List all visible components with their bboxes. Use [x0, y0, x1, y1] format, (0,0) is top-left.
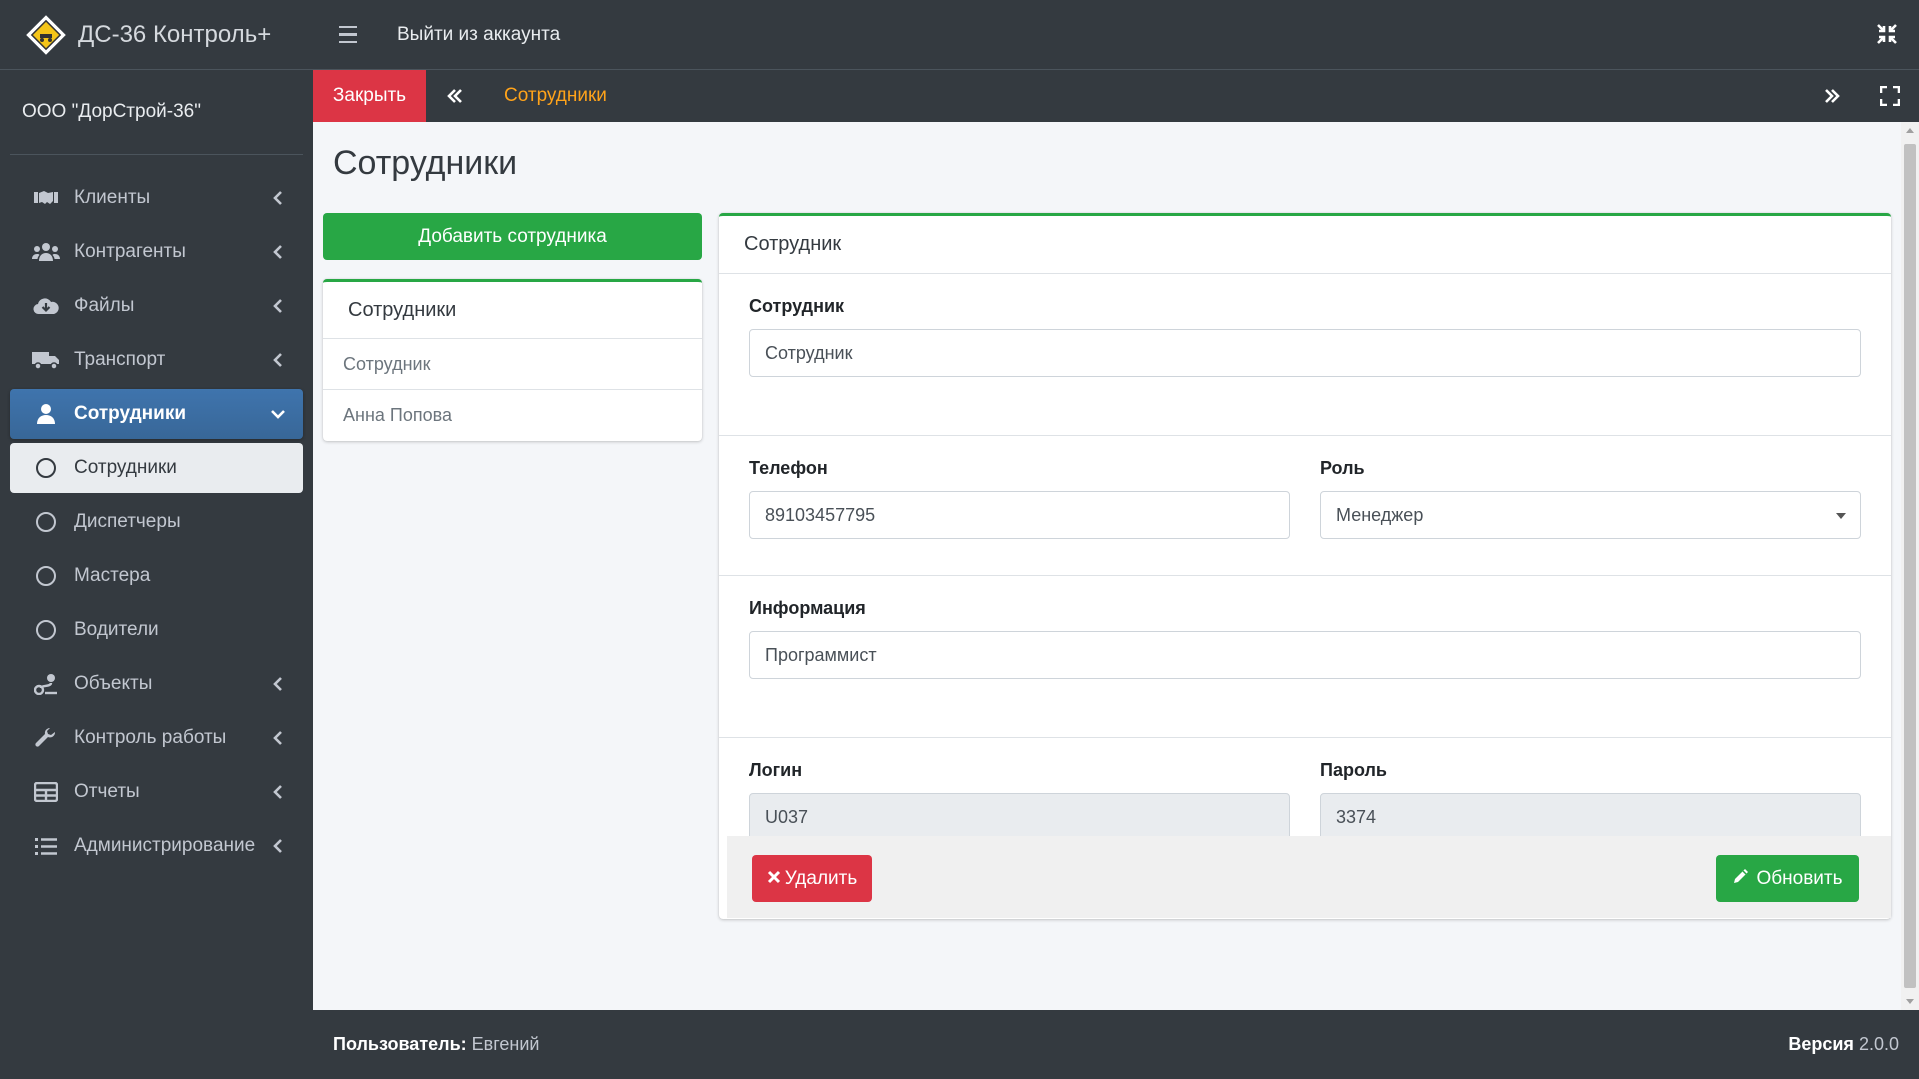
list-icon	[32, 834, 60, 858]
scroll-up-arrow-icon[interactable]	[1906, 128, 1914, 133]
route-icon	[32, 672, 60, 696]
footer: Пользователь: Евгений Версия 2.0.0	[313, 1010, 1919, 1079]
sidebar-item-transport[interactable]: Транспорт	[10, 335, 303, 385]
sidebar-item-work-control[interactable]: Контроль работы	[10, 713, 303, 763]
roadworks-diamond-icon	[24, 13, 68, 57]
form-section-info: Информация Программист	[719, 598, 1891, 738]
sidebar-subitem-employees[interactable]: Сотрудники	[10, 443, 303, 493]
footer-version: Версия 2.0.0	[1788, 1034, 1899, 1055]
login-label: Логин	[749, 760, 803, 780]
role-label: Роль	[1320, 458, 1365, 478]
employee-label: Сотрудник	[749, 296, 845, 316]
double-chevron-left-icon[interactable]	[426, 88, 484, 104]
phone-label: Телефон	[749, 458, 828, 478]
delete-button-label: Удалить	[784, 867, 858, 889]
sidebar-item-contractors[interactable]: Контрагенты	[10, 227, 303, 277]
sidebar-item-administration[interactable]: Администрирование	[10, 821, 303, 871]
circle-icon	[32, 564, 60, 588]
truck-icon	[32, 348, 60, 372]
delete-button[interactable]: Удалить	[752, 855, 872, 902]
users-icon	[32, 240, 60, 264]
sidebar-item-employees[interactable]: Сотрудники	[10, 389, 303, 439]
expand-icon[interactable]	[1861, 86, 1919, 106]
circle-icon	[32, 456, 60, 480]
sidebar-subitem-dispatchers[interactable]: Диспетчеры	[10, 497, 303, 547]
page-title: Сотрудники	[333, 144, 518, 182]
role-selected-value: Менеджер	[1336, 504, 1424, 525]
circle-icon	[32, 510, 60, 534]
chevron-left-icon	[271, 677, 285, 691]
chevron-left-icon	[271, 299, 285, 313]
form-section-contact: Телефон 89103457795 Роль Менеджер	[719, 436, 1891, 576]
password-field: 3374	[1320, 793, 1861, 841]
caret-down-icon	[1836, 513, 1846, 519]
employee-form-card: Сотрудник Сотрудник Сотрудник Телефон 89…	[719, 213, 1891, 919]
scroll-down-arrow-icon[interactable]	[1906, 999, 1914, 1004]
employee-name-input[interactable]: Сотрудник	[749, 329, 1861, 377]
add-employee-button[interactable]: Добавить сотрудника	[323, 213, 702, 260]
main-content: Сотрудники Добавить сотрудника Сотрудник…	[313, 122, 1901, 1010]
list-item[interactable]: Анна Попова	[323, 390, 702, 441]
chevron-left-icon	[271, 353, 285, 367]
role-select[interactable]: Менеджер	[1320, 491, 1861, 539]
chevron-left-icon	[271, 785, 285, 799]
info-label: Информация	[749, 598, 866, 618]
chevron-left-icon	[271, 191, 285, 205]
pencil-icon	[1732, 867, 1750, 891]
list-item[interactable]: Сотрудник	[323, 339, 702, 390]
top-navbar: Выйти из аккаунта	[313, 0, 1919, 70]
footer-version-value: 2.0.0	[1858, 1034, 1899, 1054]
form-section-employee: Сотрудник Сотрудник	[719, 296, 1891, 436]
footer-user-label: Пользователь:	[333, 1034, 467, 1054]
tab-controls	[1803, 70, 1919, 122]
brand-title: ДС-36 Контроль+	[78, 20, 272, 48]
footer-user-name: Евгений	[471, 1034, 540, 1054]
login-field: U037	[749, 793, 1290, 841]
handshake-icon	[32, 186, 60, 210]
sidebar-subitem-drivers[interactable]: Водители	[10, 605, 303, 655]
update-button-label: Обновить	[1756, 867, 1843, 889]
footer-version-label: Версия	[1788, 1034, 1854, 1054]
info-input[interactable]: Программист	[749, 631, 1861, 679]
employee-form-header: Сотрудник	[719, 216, 1891, 274]
chevron-down-icon	[271, 407, 285, 421]
table-icon	[32, 780, 60, 804]
chevron-left-icon	[271, 245, 285, 259]
sidebar: ДС-36 Контроль+ ООО "ДорСтрой-36" Клиент…	[0, 0, 313, 1079]
sidebar-item-files[interactable]: Файлы	[10, 281, 303, 331]
employees-list-card: Сотрудники Сотрудник Анна Попова	[323, 279, 702, 441]
scrollbar[interactable]	[1901, 122, 1919, 1010]
wrench-icon	[32, 726, 60, 750]
double-chevron-right-icon[interactable]	[1803, 88, 1861, 104]
sidebar-subitem-foremen[interactable]: Мастера	[10, 551, 303, 601]
circle-icon	[32, 618, 60, 642]
form-footer: Удалить Обновить	[727, 836, 1891, 918]
tab-employees[interactable]: Сотрудники	[504, 85, 607, 107]
password-label: Пароль	[1320, 760, 1387, 780]
sidebar-item-reports[interactable]: Отчеты	[10, 767, 303, 817]
cloud-download-icon	[32, 294, 60, 318]
phone-input[interactable]: 89103457795	[749, 491, 1290, 539]
brand[interactable]: ДС-36 Контроль+	[0, 0, 313, 70]
chevron-left-icon	[271, 731, 285, 745]
sidebar-item-objects[interactable]: Объекты	[10, 659, 303, 709]
sidebar-nav: Клиенты Контрагенты Файлы Транспорт Сотр…	[0, 155, 313, 871]
close-tab-button[interactable]: Закрыть	[313, 70, 426, 122]
user-icon	[32, 402, 60, 426]
logout-link[interactable]: Выйти из аккаунта	[397, 24, 560, 46]
chevron-left-icon	[271, 839, 285, 853]
scrollbar-thumb[interactable]	[1904, 144, 1916, 988]
tab-bar: Закрыть Сотрудники	[313, 70, 1919, 122]
update-button[interactable]: Обновить	[1716, 855, 1859, 902]
employees-list-header: Сотрудники	[323, 282, 702, 339]
compress-icon[interactable]	[1875, 22, 1899, 51]
company-name: ООО "ДорСтрой-36"	[10, 70, 303, 155]
close-icon	[767, 868, 781, 890]
sidebar-item-clients[interactable]: Клиенты	[10, 173, 303, 223]
hamburger-menu-icon[interactable]	[331, 18, 371, 52]
footer-user: Пользователь: Евгений	[333, 1034, 539, 1055]
